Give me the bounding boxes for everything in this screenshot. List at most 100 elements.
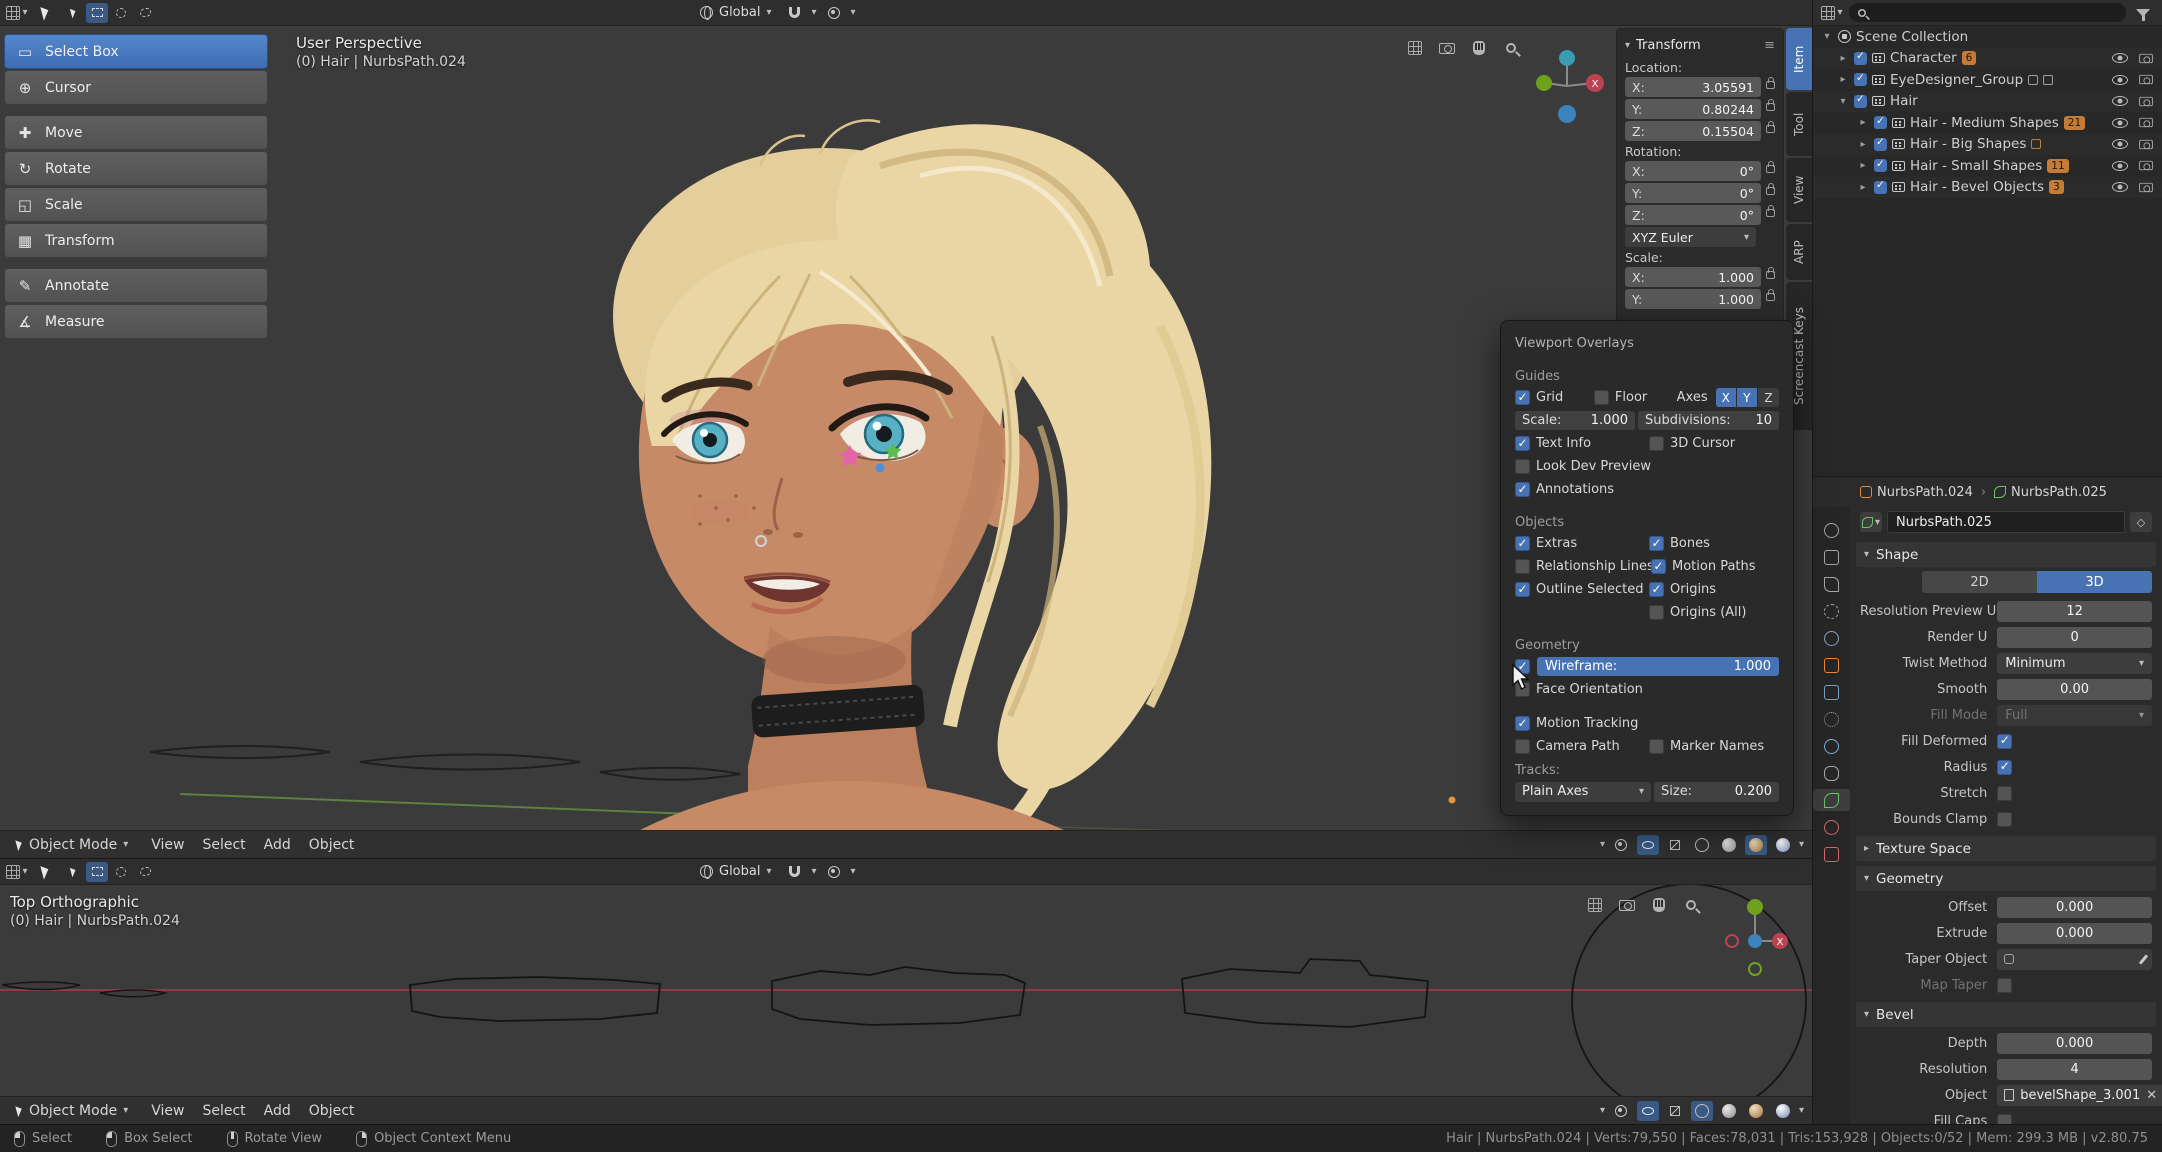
- gizmo-dropdown[interactable]: ▾: [1600, 1105, 1605, 1116]
- gizmo-dropdown[interactable]: ▾: [1600, 839, 1605, 850]
- grid-toggle-button[interactable]: [1404, 38, 1426, 58]
- show-overlays-toggle[interactable]: [1637, 835, 1659, 855]
- tool-select-box[interactable]: ▭Select Box: [4, 34, 268, 69]
- collection-checkbox[interactable]: [1874, 181, 1887, 194]
- bevel-object-field[interactable]: bevelShape_3.001✕: [1997, 1085, 2162, 1106]
- lock-icon[interactable]: [1766, 165, 1775, 173]
- snap-dropdown[interactable]: ▾: [812, 866, 817, 877]
- pan-view-button[interactable]: [1648, 895, 1670, 915]
- floor-toggle[interactable]: Floor: [1594, 390, 1673, 405]
- origins-all-toggle[interactable]: Origins (All): [1649, 605, 1779, 620]
- proportional-edit-toggle[interactable]: [823, 862, 845, 882]
- sidebar-tab-view[interactable]: View: [1786, 158, 1812, 222]
- shading-wireframe-button[interactable]: [1691, 1101, 1713, 1121]
- viewport-3d-bottom[interactable]: ▾ Global ▾ ▾ ▾ Top Orthographic: [0, 858, 1813, 1124]
- lock-icon[interactable]: [1766, 209, 1775, 217]
- tab-physics[interactable]: [1813, 735, 1850, 757]
- tab-material[interactable]: [1813, 816, 1850, 838]
- editor-type-button[interactable]: ▾: [1821, 3, 1843, 23]
- panel-menu-icon[interactable]: ≡: [1764, 38, 1775, 53]
- menu-view[interactable]: View: [142, 837, 193, 853]
- tab-world[interactable]: [1813, 627, 1850, 649]
- select-mode-tweak[interactable]: [62, 862, 84, 882]
- checkbox[interactable]: [1515, 559, 1530, 574]
- checkbox[interactable]: [1515, 582, 1530, 597]
- checkbox[interactable]: [1515, 436, 1530, 451]
- shading-dropdown[interactable]: ▾: [1799, 1105, 1804, 1116]
- lock-icon[interactable]: [1766, 103, 1775, 111]
- 3d-button[interactable]: 3D: [2037, 571, 2152, 593]
- hide-eye-icon[interactable]: [2112, 118, 2128, 128]
- select-mode-lasso[interactable]: [134, 862, 156, 882]
- geometry-panel-header[interactable]: ▾Geometry: [1856, 866, 2156, 891]
- xray-toggle[interactable]: [1664, 835, 1686, 855]
- shading-solid-button[interactable]: [1718, 1101, 1740, 1121]
- marker-names-toggle[interactable]: Marker Names: [1649, 739, 1779, 754]
- tool-measure[interactable]: ∡Measure: [4, 304, 268, 339]
- extrude-field[interactable]: 0.000: [1997, 923, 2152, 944]
- checkbox[interactable]: [1651, 559, 1666, 574]
- checkbox[interactable]: [1649, 536, 1664, 551]
- taper-object-field[interactable]: [1997, 949, 2152, 970]
- menu-object[interactable]: Object: [300, 837, 364, 853]
- xray-toggle[interactable]: [1664, 1101, 1686, 1121]
- bevel-panel-header[interactable]: ▾Bevel: [1856, 1002, 2156, 1027]
- lock-icon[interactable]: [1766, 81, 1775, 89]
- disclosure-triangle[interactable]: ▸: [1857, 160, 1869, 171]
- panel-collapse-arrow[interactable]: ▾: [1625, 40, 1630, 51]
- tab-constraints[interactable]: [1813, 762, 1850, 784]
- tab-modifiers[interactable]: [1813, 681, 1850, 703]
- look-dev-preview-toggle[interactable]: Look Dev Preview: [1515, 459, 1779, 474]
- render-visibility-icon[interactable]: [2139, 97, 2153, 106]
- lock-icon[interactable]: [1766, 271, 1775, 279]
- sidebar-tab-tool[interactable]: Tool: [1786, 92, 1812, 156]
- shading-material-button[interactable]: [1745, 1101, 1767, 1121]
- outliner-row-hair-big-shapes[interactable]: ▸ Hair - Big Shapes: [1813, 134, 2162, 156]
- tab-scene[interactable]: [1813, 600, 1850, 622]
- disclosure-triangle[interactable]: ▾: [1821, 31, 1833, 42]
- shading-material-button[interactable]: [1745, 835, 1767, 855]
- checkbox[interactable]: [1515, 482, 1530, 497]
- outliner-row-hair-small-shapes[interactable]: ▸ Hair - Small Shapes 11: [1813, 155, 2162, 177]
- grid-scale-field[interactable]: Scale:1.000: [1515, 411, 1635, 430]
- menu-add[interactable]: Add: [255, 837, 300, 853]
- collection-checkbox[interactable]: [1874, 159, 1887, 172]
- hide-eye-icon[interactable]: [2112, 75, 2128, 85]
- checkbox[interactable]: [1515, 739, 1530, 754]
- browse-data-dropdown[interactable]: ▾: [1860, 512, 1882, 532]
- checkbox[interactable]: [1649, 436, 1664, 451]
- outliner-search-input[interactable]: [1849, 3, 2126, 22]
- tracks-size-field[interactable]: Size:0.200: [1654, 782, 1779, 802]
- scale-y-field[interactable]: Y:1.000: [1625, 289, 1761, 309]
- disclosure-triangle[interactable]: ▸: [1857, 182, 1869, 193]
- shading-rendered-button[interactable]: [1772, 835, 1794, 855]
- hide-eye-icon[interactable]: [2112, 139, 2128, 149]
- datablock-name-field[interactable]: NurbsPath.025: [1887, 511, 2125, 533]
- outline-selected-toggle[interactable]: Outline Selected: [1515, 582, 1645, 597]
- select-mode-box[interactable]: [86, 3, 108, 23]
- render-visibility-icon[interactable]: [2139, 75, 2153, 84]
- tool-rotate[interactable]: ↻Rotate: [4, 151, 268, 186]
- relationship-lines-toggle[interactable]: Relationship Lines: [1515, 559, 1647, 574]
- disclosure-triangle[interactable]: ▾: [1837, 96, 1849, 107]
- outliner-row-hair-medium-shapes[interactable]: ▸ Hair - Medium Shapes 21: [1813, 112, 2162, 134]
- proportional-falloff-dropdown[interactable]: ▾: [851, 866, 856, 877]
- select-mode-circle[interactable]: [110, 862, 132, 882]
- grid-toggle[interactable]: Grid: [1515, 390, 1590, 405]
- annotations-toggle[interactable]: Annotations: [1515, 482, 1779, 497]
- render-visibility-icon[interactable]: [2139, 140, 2153, 149]
- rotation-y-field[interactable]: Y:0°: [1625, 183, 1761, 203]
- motion-paths-toggle[interactable]: Motion Paths: [1651, 559, 1779, 574]
- breadcrumb-object[interactable]: NurbsPath.024: [1860, 485, 1973, 500]
- editor-type-button[interactable]: ▾: [6, 3, 28, 23]
- tab-object[interactable]: [1813, 654, 1850, 676]
- navigation-gizmo[interactable]: X: [1720, 893, 1790, 977]
- tool-transform[interactable]: ▦Transform: [4, 223, 268, 258]
- extras-toggle[interactable]: Extras: [1515, 536, 1645, 551]
- tab-particles[interactable]: [1813, 708, 1850, 730]
- camera-view-button[interactable]: [1616, 895, 1638, 915]
- outliner-row-character[interactable]: ▸ Character 6: [1813, 48, 2162, 70]
- lock-icon[interactable]: [1766, 187, 1775, 195]
- resolution-preview-u-field[interactable]: 12: [1997, 601, 2152, 622]
- hide-eye-icon[interactable]: [2112, 161, 2128, 171]
